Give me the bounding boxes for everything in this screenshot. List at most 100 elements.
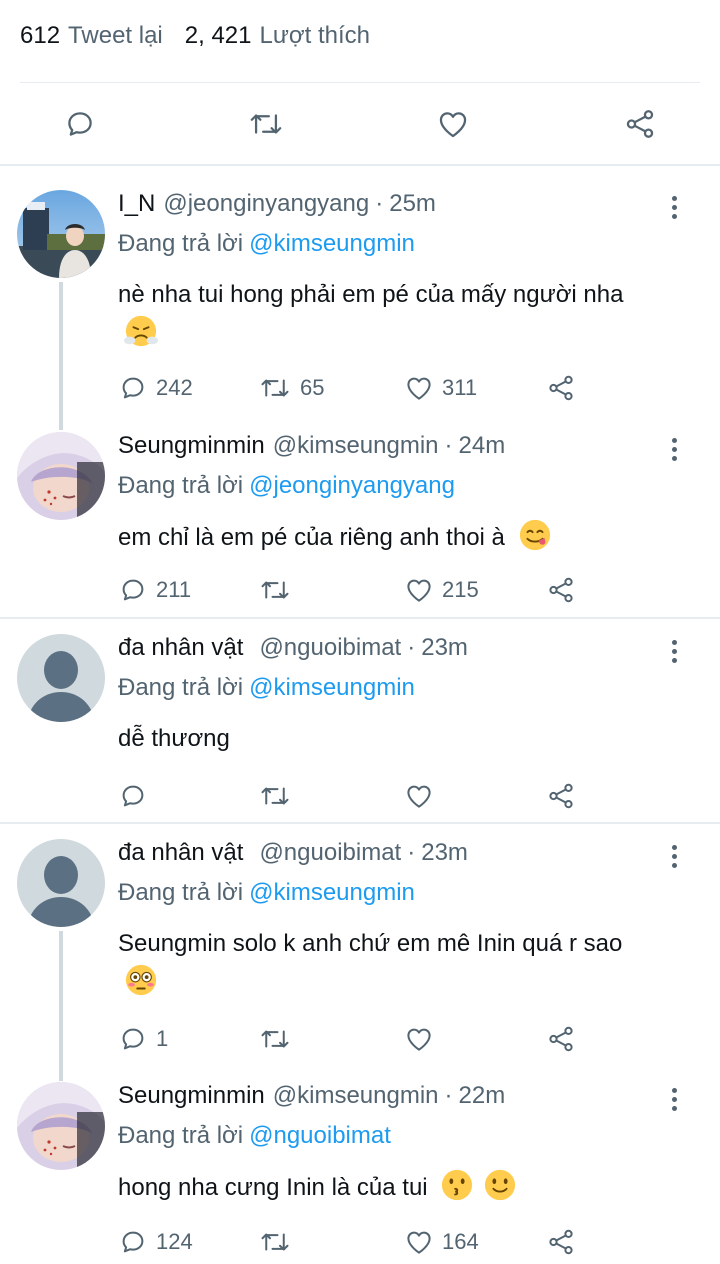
user-handle[interactable]: @kimseungmin [273, 432, 439, 460]
more-options-button[interactable] [664, 640, 684, 668]
mention-link[interactable]: @nguoibimat [249, 1122, 391, 1149]
reply-tweet[interactable]: đa nhân vật @nguoibimat · 23m Đang trả l… [0, 634, 720, 820]
mention-link[interactable]: @kimseungmin [249, 230, 415, 257]
retweet-icon [261, 1233, 289, 1251]
share-button[interactable] [546, 1019, 576, 1059]
more-options-button[interactable] [664, 845, 684, 873]
like-button[interactable] [431, 102, 475, 146]
default-avatar-icon [17, 839, 105, 927]
avatar[interactable] [17, 1082, 105, 1170]
retweet-icon [261, 787, 289, 805]
display-name[interactable]: đa nhân vật [118, 839, 243, 867]
default-avatar[interactable] [17, 634, 105, 722]
user-handle[interactable]: @kimseungmin [273, 1082, 439, 1110]
share-button[interactable] [546, 1222, 576, 1262]
display-name[interactable]: Seungminmin [118, 1082, 265, 1110]
tweet-text: hong nha cưng Inin là của tui [118, 1168, 658, 1207]
heart-icon [407, 377, 431, 400]
reply-icon [122, 785, 144, 807]
more-options-button[interactable] [664, 196, 684, 224]
share-button[interactable] [546, 776, 576, 816]
flushed-face-icon [125, 964, 157, 996]
divider [0, 617, 720, 619]
timestamp[interactable]: 24m [459, 432, 506, 460]
likes-count[interactable]: 2, 421 [185, 22, 252, 50]
like-button[interactable]: 215 [404, 570, 479, 610]
share-icon [626, 110, 654, 138]
mention-link[interactable]: @kimseungmin [249, 674, 415, 701]
retweet-button[interactable] [258, 1222, 300, 1262]
reply-button[interactable]: 211 [118, 570, 191, 610]
tweet-text: nè nha tui hong phải em pé của mấy người… [118, 276, 658, 353]
reply-tweet[interactable]: Seungminmin @kimseungmin · 22m Đang trả … [0, 1082, 720, 1264]
reply-icon [122, 377, 144, 399]
like-button[interactable] [404, 1019, 442, 1059]
retweet-button[interactable] [244, 102, 288, 146]
more-options-button[interactable] [664, 1088, 684, 1116]
retweet-count: 65 [300, 375, 325, 400]
tweet-text: dễ thương [118, 720, 658, 758]
reply-button[interactable] [118, 776, 156, 816]
more-icon [671, 196, 677, 201]
display-name[interactable]: đa nhân vật [118, 634, 243, 662]
replying-to-label: Đang trả lời [118, 1122, 244, 1149]
timestamp[interactable]: 23m [421, 634, 468, 662]
like-button[interactable]: 164 [404, 1222, 479, 1262]
like-count: 215 [442, 577, 479, 602]
tweet-text-content: dễ thương [118, 725, 230, 752]
avatar[interactable] [17, 190, 105, 278]
avatar[interactable] [17, 432, 105, 520]
mention-link[interactable]: @kimseungmin [249, 879, 415, 906]
user-handle[interactable]: @nguoibimat [259, 634, 401, 662]
thread-line [59, 282, 63, 430]
share-icon [549, 577, 573, 603]
default-avatar-icon [17, 634, 105, 722]
share-button[interactable] [618, 102, 662, 146]
reply-tweet[interactable]: Seungminmin @kimseungmin · 24m Đang trả … [0, 432, 720, 618]
share-button[interactable] [546, 570, 576, 610]
timestamp[interactable]: 22m [459, 1082, 506, 1110]
user-handle[interactable]: @jeonginyangyang [163, 190, 369, 218]
kissing-face-icon [442, 1169, 473, 1201]
reply-button[interactable] [58, 102, 102, 146]
retweets-count[interactable]: 612 [20, 22, 60, 50]
reply-button[interactable]: 242 [118, 368, 193, 408]
separator-dot: · [407, 839, 416, 866]
mention-link[interactable]: @jeonginyangyang [249, 472, 455, 499]
divider [20, 82, 700, 83]
more-options-button[interactable] [664, 438, 684, 466]
reply-tweet[interactable]: đa nhân vật @nguoibimat · 23m Đang trả l… [0, 839, 720, 1081]
timestamp[interactable]: 25m [389, 190, 436, 218]
retweet-button[interactable] [258, 776, 300, 816]
timestamp[interactable]: 23m [421, 839, 468, 867]
share-button[interactable] [546, 368, 576, 408]
retweet-icon [261, 1030, 289, 1048]
replying-to: Đang trả lời @kimseungmin [118, 674, 415, 702]
share-icon [549, 1229, 573, 1255]
retweet-button[interactable] [258, 570, 300, 610]
reply-tweet[interactable]: I_N @jeonginyangyang · 25m Đang trả lời @… [0, 190, 720, 430]
display-name[interactable]: Seungminmin [118, 432, 265, 460]
like-count: 164 [442, 1229, 479, 1254]
avatar-photo [17, 1082, 105, 1170]
retweet-button[interactable]: 65 [258, 368, 324, 408]
display-name[interactable]: I_N [118, 190, 155, 218]
retweet-button[interactable] [258, 1019, 300, 1059]
reply-icon [122, 579, 144, 601]
separator-dot: · [444, 1082, 453, 1109]
like-button[interactable] [404, 776, 442, 816]
tweet-text-content: Seungmin solo k anh chứ em mê Inin quá r… [118, 930, 623, 957]
share-icon [549, 1026, 573, 1052]
default-avatar[interactable] [17, 839, 105, 927]
like-button[interactable]: 311 [404, 368, 477, 408]
reply-button[interactable]: 1 [118, 1019, 168, 1059]
reply-count: 1 [156, 1026, 169, 1051]
reply-count: 124 [156, 1229, 193, 1254]
user-handle[interactable]: @nguoibimat [259, 839, 401, 867]
avatar-photo [17, 190, 105, 278]
face-with-steam-icon [124, 315, 158, 347]
reply-button[interactable]: 124 [118, 1222, 193, 1262]
share-icon [549, 783, 573, 809]
likes-label[interactable]: Lượt thích [260, 22, 371, 50]
retweets-label[interactable]: Tweet lại [68, 22, 163, 50]
